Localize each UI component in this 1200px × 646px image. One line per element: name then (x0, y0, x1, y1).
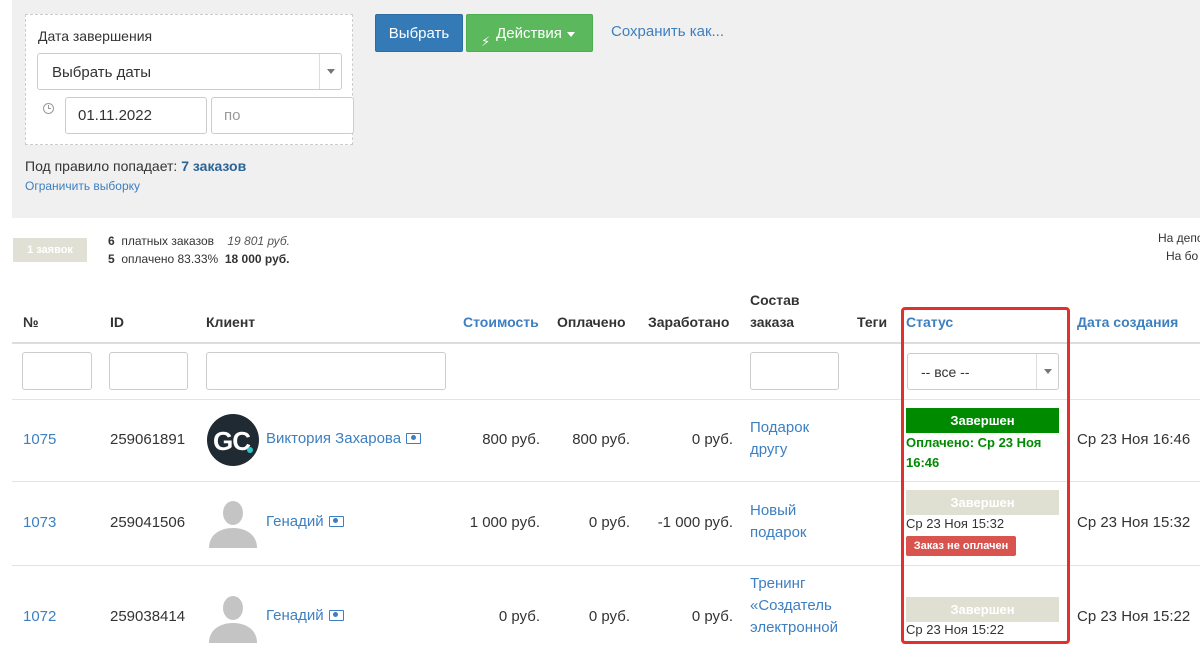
date-range-select[interactable]: Выбрать даты (37, 53, 342, 90)
paid-done-sum: 18 000 руб. (224, 252, 290, 266)
date-from-input[interactable]: 01.11.2022 (65, 97, 207, 134)
order-earned: -1 000 руб. (657, 514, 733, 531)
composition-link[interactable]: Тренинг «Создатель электронной (750, 573, 850, 639)
order-number-link[interactable]: 1075 (23, 431, 56, 448)
status-badge: Завершен (906, 408, 1059, 433)
requests-badge: 1 заявок (13, 238, 87, 262)
paid-done-count: 5 (108, 252, 115, 266)
row-divider (12, 399, 1200, 400)
user-placeholder-icon (209, 501, 257, 548)
created-date: Ср 23 Ноя 15:32 (1077, 514, 1191, 531)
avatar (207, 496, 259, 548)
order-cost: 1 000 руб. (469, 514, 540, 531)
col-header-client: Клиент (206, 314, 256, 330)
created-date: Ср 23 Ноя 16:46 (1077, 431, 1191, 448)
order-paid: 0 руб. (588, 514, 630, 531)
caret-down-icon (566, 31, 575, 41)
col-header-created[interactable]: Дата создания (1077, 314, 1178, 330)
actions-dropdown-button[interactable]: Действия (466, 14, 593, 61)
paid-done-label: оплачено 83.33% (121, 252, 219, 266)
id-filter-input[interactable] (109, 352, 188, 390)
order-cost: 800 руб. (482, 431, 540, 448)
row-divider (12, 481, 1200, 482)
unpaid-badge: Заказ не оплачен (906, 536, 1016, 556)
col-header-status[interactable]: Статус (906, 314, 953, 330)
client-link[interactable]: Генадий (266, 513, 344, 530)
paid-orders-sum: 19 801 руб. (227, 234, 291, 248)
client-name: Генадий (266, 607, 324, 624)
logo-dot-icon (247, 447, 253, 453)
paid-status-text: Оплачено: Ср 23 Ноя 16:46 (906, 435, 1042, 470)
composition-link[interactable]: Новый подарок (750, 500, 830, 544)
order-id: 259061891 (110, 431, 186, 448)
num-filter-input[interactable] (22, 352, 92, 390)
status-date: Ср 23 Ноя 15:32 (906, 516, 1005, 531)
date-to-input[interactable]: по (211, 97, 354, 134)
save-as-link[interactable]: Сохранить как... (611, 23, 724, 40)
order-id: 259041506 (110, 514, 186, 531)
order-paid: 0 руб. (588, 608, 630, 625)
client-name: Виктория Захарова (266, 430, 402, 447)
paid-orders-count: 6 (108, 234, 115, 248)
client-name: Генадий (266, 513, 324, 530)
created-date: Ср 23 Ноя 15:22 (1077, 608, 1191, 625)
status-badge: Завершен (906, 597, 1059, 622)
chevron-down-icon (319, 54, 341, 89)
limit-selection-link[interactable]: Ограничить выборку (25, 179, 140, 193)
date-range-select-value: Выбрать даты (52, 64, 152, 81)
composition-filter-input[interactable] (750, 352, 839, 390)
col-header-composition-line1: Состав (750, 292, 800, 308)
col-header-tags: Теги (857, 314, 888, 330)
chevron-down-icon (1036, 354, 1058, 389)
order-earned: 0 руб. (691, 608, 733, 625)
composition-link[interactable]: Подарок другу (750, 417, 830, 461)
actions-label: Действия (496, 25, 562, 42)
status-filter-select[interactable]: -- все -- (907, 353, 1059, 390)
deposit-summary: На депо (1158, 231, 1200, 245)
order-cost: 0 руб. (498, 608, 540, 625)
col-header-paid: Оплачено (557, 314, 626, 330)
order-number-link[interactable]: 1072 (23, 608, 56, 625)
date-filter-title: Дата завершения (38, 28, 153, 44)
col-header-composition-line2: заказа (750, 314, 795, 330)
col-header-cost[interactable]: Стоимость (463, 314, 539, 330)
order-paid: 800 руб. (572, 431, 630, 448)
status-date: Ср 23 Ноя 15:22 (906, 622, 1005, 637)
paid-percent-summary: 5 оплачено 83.33% 18 000 руб. (108, 252, 290, 266)
bonus-summary: На бо (1166, 249, 1199, 263)
user-placeholder-icon (209, 596, 257, 643)
row-divider (12, 565, 1200, 566)
client-link[interactable]: Генадий (266, 607, 344, 624)
status-badge: Завершен (906, 490, 1059, 515)
client-filter-input[interactable] (206, 352, 446, 390)
paid-orders-label: платных заказов (121, 234, 214, 248)
order-id: 259038414 (110, 608, 186, 625)
money-icon (406, 432, 422, 444)
rule-summary: Под правило попадает: 7 заказов (25, 158, 246, 174)
gc-logo-icon: GC (213, 426, 251, 456)
avatar: GC (207, 414, 259, 466)
order-earned: 0 руб. (691, 431, 733, 448)
order-number-link[interactable]: 1073 (23, 514, 56, 531)
rule-count-link[interactable]: 7 заказов (181, 158, 246, 174)
client-link[interactable]: Виктория Захарова (266, 430, 422, 447)
col-header-earned: Заработано (648, 314, 730, 330)
avatar (207, 591, 259, 643)
rule-prefix: Под правило попадает: (25, 158, 178, 174)
status-filter-value: -- все -- (921, 364, 970, 380)
clock-icon (43, 103, 54, 114)
money-icon (328, 609, 344, 621)
money-icon (328, 515, 344, 527)
date-filter-box: Дата завершения Выбрать даты 01.11.2022 … (25, 14, 354, 145)
choose-button[interactable]: Выбрать (375, 14, 463, 52)
paid-orders-summary: 6 платных заказов 19 801 руб. (108, 234, 290, 248)
col-header-num: № (23, 314, 39, 330)
col-header-id: ID (110, 314, 124, 330)
header-divider (12, 342, 1200, 344)
bolt-icon (481, 23, 492, 61)
